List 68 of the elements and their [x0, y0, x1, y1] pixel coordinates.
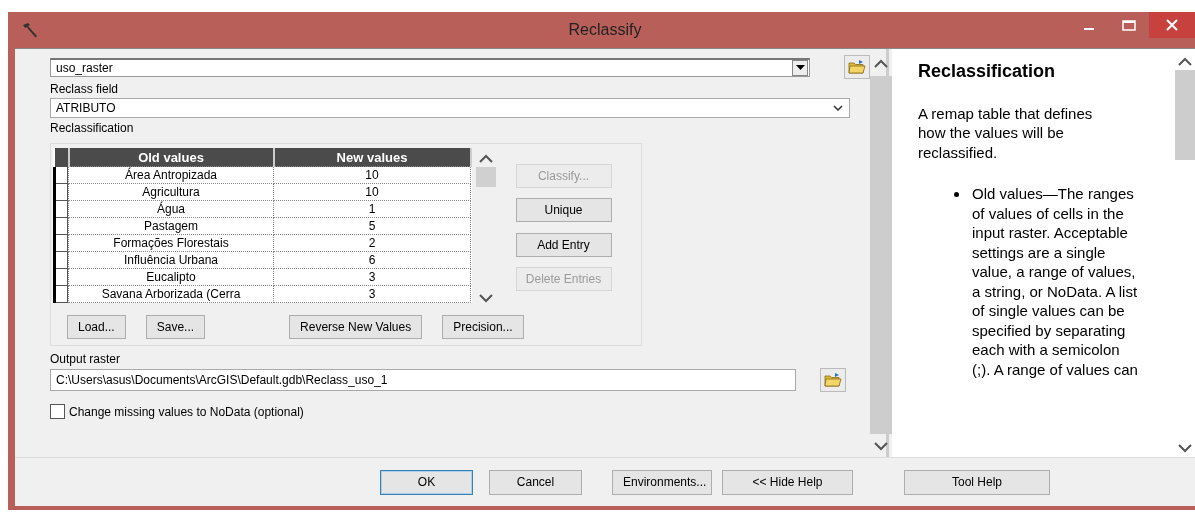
bullet-icon	[954, 192, 959, 197]
table-cell[interactable]: 1	[273, 200, 471, 218]
browse-button[interactable]	[820, 368, 846, 392]
help-paragraph: Old values—The ranges of values of cells in the input raster. Acceptable settings are a single value, a range of values, a string, or NoData. A list of single values can be specified by separating each with a semicolon (;). A range of values can	[972, 184, 1138, 379]
close-icon	[1166, 19, 1178, 31]
checkbox-label: Change missing values to NoData (optional)	[69, 404, 304, 419]
scrollbar-thumb[interactable]	[475, 167, 496, 187]
dialog-button[interactable]: Cancel	[489, 469, 582, 495]
scroll-down-icon[interactable]	[874, 442, 888, 451]
table-cell[interactable]: 5	[273, 217, 471, 235]
field-label: Output raster	[50, 352, 122, 366]
dropdown-button[interactable]	[792, 59, 808, 76]
table-cell[interactable]: Savana Arborizada (Cerra	[68, 285, 274, 303]
column-header[interactable]: New values	[273, 148, 471, 167]
dialog-button[interactable]: Environments...	[612, 469, 712, 495]
table-cell[interactable]: Área Antropizada	[68, 166, 274, 184]
browse-button[interactable]	[844, 55, 870, 79]
scroll-down-icon[interactable]	[1178, 444, 1192, 453]
close-button[interactable]	[1149, 12, 1195, 38]
help-title: Reclassification	[918, 62, 1057, 82]
table-cell[interactable]: Influência Urbana	[68, 251, 274, 269]
help-paragraph: A remap table that defines how the values will be reclassified.	[918, 103, 1094, 162]
action-button[interactable]: Unique	[515, 198, 612, 223]
hammer-icon	[21, 22, 39, 38]
scroll-up-icon[interactable]	[478, 154, 493, 163]
row-header[interactable]	[54, 234, 69, 252]
window-title: Reclassify	[567, 21, 643, 39]
minimize-icon	[1084, 28, 1094, 30]
action-button[interactable]: Load...	[67, 315, 126, 339]
row-header[interactable]	[54, 268, 69, 286]
folder-icon	[824, 372, 842, 388]
output-raster-field[interactable]: C:\Users\asus\Documents\ArcGIS\Default.gdb\Reclass_uso_1	[50, 369, 796, 391]
scrollbar-thumb[interactable]	[1175, 70, 1195, 160]
column-header[interactable]: Old values	[68, 148, 274, 167]
row-header[interactable]	[54, 200, 69, 218]
folder-icon	[848, 59, 866, 75]
table-cell[interactable]: 10	[273, 183, 471, 201]
scrollbar-thumb[interactable]	[870, 76, 892, 434]
table-cell[interactable]: Agricultura	[68, 183, 274, 201]
row-header[interactable]	[54, 166, 69, 184]
remap-table[interactable]: Old values New values Área Antropizada 10 Agricultura 10 Água 1 Pastagem 5 Formações Florestais 2 Influência Urbana 6 Eucalipto 3 Savana Arborizada (Cerra 3	[53, 148, 472, 303]
reclass-field-dropdown[interactable]: ATRIBUTO	[50, 98, 850, 118]
caret-icon	[795, 65, 805, 70]
table-cell[interactable]: Água	[68, 200, 274, 218]
action-button[interactable]: Save...	[145, 315, 206, 339]
maximize-icon	[1122, 19, 1136, 31]
dialog-button[interactable]: Tool Help	[904, 469, 1050, 495]
scroll-up-icon[interactable]	[874, 59, 888, 68]
table-cell[interactable]: 3	[273, 285, 471, 303]
table-cell[interactable]: Pastagem	[68, 217, 274, 235]
scroll-up-icon[interactable]	[1178, 57, 1192, 66]
field-label: Reclassification	[50, 121, 135, 135]
action-button[interactable]: Add Entry	[515, 232, 612, 257]
input-raster-field[interactable]: uso_raster	[50, 57, 810, 77]
action-button[interactable]: Precision...	[442, 315, 524, 339]
table-cell[interactable]: Formações Florestais	[68, 234, 274, 252]
field-label: Reclass field	[50, 82, 120, 96]
table-cell[interactable]: 2	[273, 234, 471, 252]
table-cell[interactable]: 10	[273, 166, 471, 184]
action-button[interactable]: Reverse New Values	[289, 315, 423, 339]
table-cell[interactable]: 3	[273, 268, 471, 286]
table-cell[interactable]: Eucalipto	[68, 268, 274, 286]
chevron-down-icon[interactable]	[833, 105, 843, 111]
dialog-button[interactable]: << Hide Help	[722, 469, 853, 495]
scroll-down-icon[interactable]	[478, 294, 493, 303]
checkbox[interactable]	[50, 404, 65, 419]
dialog-button[interactable]: OK	[380, 469, 473, 495]
table-cell[interactable]: 6	[273, 251, 471, 269]
